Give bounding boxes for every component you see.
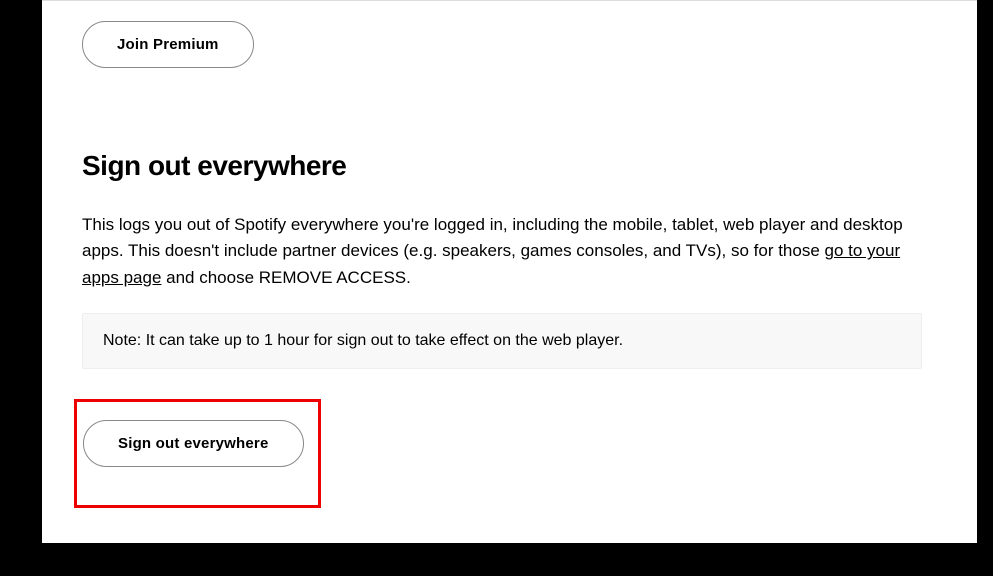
sign-out-everywhere-button[interactable]: Sign out everywhere xyxy=(83,420,304,467)
sign-out-description: This logs you out of Spotify everywhere … xyxy=(82,212,922,291)
description-text-1: This logs you out of Spotify everywhere … xyxy=(82,215,903,260)
highlight-annotation: Sign out everywhere xyxy=(74,399,321,508)
sign-out-heading: Sign out everywhere xyxy=(82,150,937,182)
settings-content: Join Premium Sign out everywhere This lo… xyxy=(42,0,977,543)
description-text-2: and choose REMOVE ACCESS. xyxy=(161,268,410,287)
join-premium-button[interactable]: Join Premium xyxy=(82,21,254,68)
note-box: Note: It can take up to 1 hour for sign … xyxy=(82,313,922,369)
